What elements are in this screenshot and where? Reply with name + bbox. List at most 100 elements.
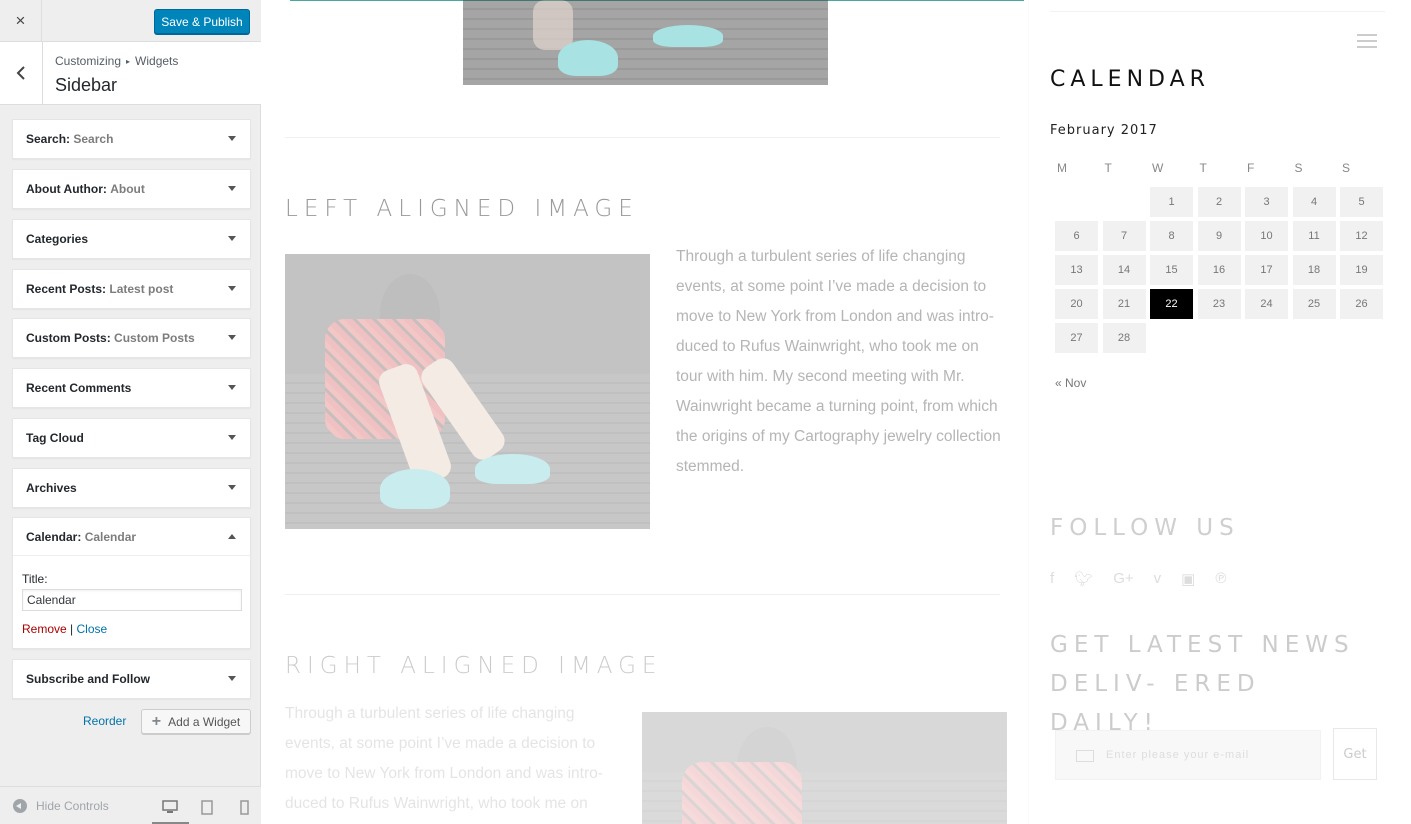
email-placeholder: Enter please your e-mail bbox=[1106, 749, 1250, 761]
google-plus-icon[interactable]: G+ bbox=[1113, 570, 1133, 588]
widget-search: Search: Search bbox=[12, 119, 251, 159]
calendar-day[interactable]: 21 bbox=[1102, 289, 1146, 319]
widget-name: Calendar bbox=[26, 529, 78, 544]
widget-actions: Remove | Close bbox=[22, 622, 241, 636]
section-title: Sidebar bbox=[55, 75, 118, 95]
sidebar-divider bbox=[1028, 0, 1029, 824]
calendar-day[interactable]: 4 bbox=[1292, 187, 1336, 217]
calendar-day[interactable]: 3 bbox=[1245, 187, 1288, 217]
calendar-day[interactable]: 27 bbox=[1055, 323, 1098, 353]
calendar-day[interactable]: 17 bbox=[1245, 255, 1288, 285]
calendar-day[interactable]: 10 bbox=[1245, 221, 1288, 251]
facebook-icon[interactable]: f bbox=[1050, 570, 1054, 588]
calendar-day[interactable]: 18 bbox=[1292, 255, 1336, 285]
expand-arrow-icon[interactable] bbox=[228, 435, 236, 440]
save-publish-button[interactable]: Save & Publish bbox=[154, 9, 250, 34]
calendar-day[interactable]: 5 bbox=[1340, 187, 1383, 217]
calendar-day[interactable]: 13 bbox=[1055, 255, 1098, 285]
customizer-footer: Hide Controls bbox=[0, 786, 261, 824]
close-customizer-button[interactable]: × bbox=[0, 0, 42, 42]
pinterest-icon[interactable]: ℗ bbox=[1215, 570, 1226, 588]
reorder-link[interactable]: Reorder bbox=[83, 714, 126, 728]
vimeo-icon[interactable]: v bbox=[1154, 570, 1162, 588]
collapse-arrow-icon[interactable] bbox=[228, 534, 236, 539]
breadcrumb: Customizing ▸ Widgets bbox=[55, 54, 178, 68]
calendar-day[interactable]: 20 bbox=[1055, 289, 1098, 319]
calendar-day[interactable]: 2 bbox=[1197, 187, 1241, 217]
expand-arrow-icon[interactable] bbox=[228, 186, 236, 191]
calendar-day[interactable]: 26 bbox=[1340, 289, 1383, 319]
tablet-preview-button[interactable] bbox=[197, 797, 217, 817]
widget-header[interactable]: Recent Posts: Latest post bbox=[13, 270, 250, 308]
calendar-day[interactable]: 28 bbox=[1102, 323, 1146, 353]
widget-recent-comments: Recent Comments bbox=[12, 368, 251, 408]
widget-title: Custom Posts bbox=[114, 331, 195, 345]
widget-header[interactable]: About Author: About bbox=[13, 170, 250, 208]
expand-arrow-icon[interactable] bbox=[228, 335, 236, 340]
calendar-day[interactable]: 8 bbox=[1150, 221, 1193, 251]
collapse-icon bbox=[13, 799, 27, 813]
title-input[interactable] bbox=[22, 589, 242, 611]
expand-arrow-icon[interactable] bbox=[228, 236, 236, 241]
mobile-preview-button[interactable] bbox=[234, 797, 254, 817]
remove-link[interactable]: Remove bbox=[22, 622, 67, 636]
widget-name: Subscribe and Follow bbox=[26, 672, 151, 686]
calendar-day-today[interactable]: 22 bbox=[1150, 289, 1193, 319]
calendar-day[interactable]: 15 bbox=[1150, 255, 1193, 285]
calendar-day[interactable]: 11 bbox=[1292, 221, 1336, 251]
calendar-day[interactable]: 6 bbox=[1055, 221, 1098, 251]
calendar-day[interactable]: 7 bbox=[1102, 221, 1146, 251]
calendar-day[interactable]: 24 bbox=[1245, 289, 1288, 319]
hide-controls-button[interactable]: Hide Controls bbox=[13, 799, 109, 813]
widget-categories: Categories bbox=[12, 219, 251, 259]
calendar-day[interactable]: 16 bbox=[1197, 255, 1241, 285]
newsletter-email-field[interactable]: Enter please your e-mail bbox=[1055, 730, 1321, 780]
close-link[interactable]: Close bbox=[77, 622, 108, 636]
back-button[interactable] bbox=[0, 42, 43, 104]
add-widget-button[interactable]: + Add a Widget bbox=[141, 709, 251, 734]
desktop-preview-button[interactable] bbox=[160, 797, 180, 817]
widget-header[interactable]: Categories bbox=[13, 220, 250, 258]
widget-header[interactable]: Tag Cloud bbox=[13, 419, 250, 457]
twitter-icon[interactable]: 🐦︎ bbox=[1074, 570, 1093, 588]
weekday-header: M bbox=[1057, 161, 1067, 175]
expand-arrow-icon[interactable] bbox=[228, 485, 236, 490]
calendar-heading: CALENDAR bbox=[1050, 67, 1210, 92]
widget-title: Latest post bbox=[109, 282, 174, 296]
widget-header[interactable]: Custom Posts: Custom Posts bbox=[13, 319, 250, 357]
post-image-top bbox=[463, 0, 828, 85]
calendar-day[interactable]: 25 bbox=[1292, 289, 1336, 319]
site-preview: LEFT ALIGNED IMAGE Through a turbulent s… bbox=[262, 0, 1411, 824]
widget-name: About Author bbox=[26, 182, 103, 196]
title-label: Title: bbox=[22, 572, 48, 586]
post-divider bbox=[285, 594, 1000, 595]
social-icons: f 🐦︎ G+ v ▣ ℗ bbox=[1050, 570, 1226, 588]
widget-header[interactable]: Search: Search bbox=[13, 120, 250, 158]
calendar-prev-link[interactable]: « Nov bbox=[1055, 376, 1086, 390]
calendar-caption: February 2017 bbox=[1050, 123, 1158, 138]
menu-icon[interactable] bbox=[1357, 34, 1377, 48]
expand-arrow-icon[interactable] bbox=[228, 676, 236, 681]
widget-name: Recent Posts bbox=[26, 282, 103, 296]
hide-controls-label: Hide Controls bbox=[36, 799, 109, 813]
youtube-icon[interactable]: ▣ bbox=[1181, 570, 1195, 588]
widget-header[interactable]: Archives bbox=[13, 469, 250, 507]
newsletter-submit-button[interactable]: Get bbox=[1333, 728, 1377, 780]
calendar-day[interactable]: 1 bbox=[1150, 187, 1193, 217]
post-title[interactable]: LEFT ALIGNED IMAGE bbox=[285, 196, 639, 222]
expand-arrow-icon[interactable] bbox=[228, 385, 236, 390]
calendar-day[interactable]: 14 bbox=[1102, 255, 1146, 285]
widget-header[interactable]: Calendar: Calendar bbox=[13, 518, 250, 556]
calendar-day[interactable]: 12 bbox=[1340, 221, 1383, 251]
calendar-day[interactable]: 9 bbox=[1197, 221, 1241, 251]
widget-header[interactable]: Subscribe and Follow bbox=[13, 660, 250, 698]
breadcrumb-separator: ▸ bbox=[126, 57, 131, 66]
expand-arrow-icon[interactable] bbox=[228, 136, 236, 141]
post-title[interactable]: RIGHT ALIGNED IMAGE bbox=[285, 653, 662, 679]
calendar-day[interactable]: 19 bbox=[1340, 255, 1383, 285]
newsletter-heading: GET LATEST NEWS DELIV- ERED DAILY! bbox=[1050, 632, 1355, 736]
calendar-day[interactable]: 23 bbox=[1197, 289, 1241, 319]
widget-separator bbox=[1050, 11, 1385, 12]
expand-arrow-icon[interactable] bbox=[228, 286, 236, 291]
widget-header[interactable]: Recent Comments bbox=[13, 369, 250, 407]
